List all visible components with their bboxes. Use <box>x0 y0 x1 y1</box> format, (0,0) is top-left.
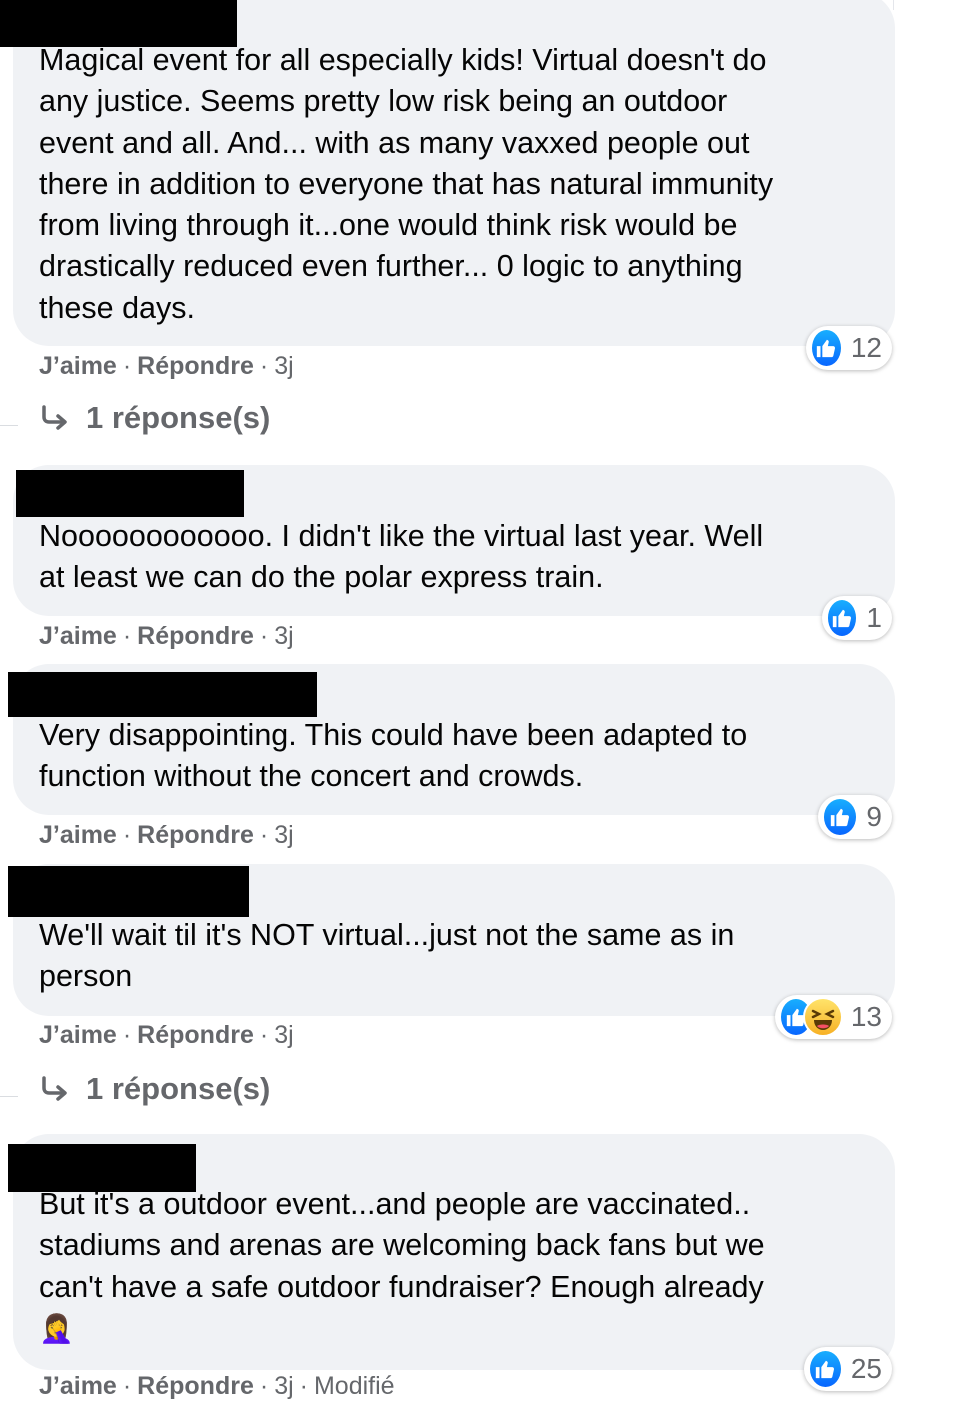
redacted-author-name <box>8 866 249 917</box>
divider <box>893 0 894 10</box>
like-link[interactable]: J’aime <box>39 622 117 650</box>
like-icon <box>810 328 843 368</box>
like-icon <box>822 797 859 837</box>
comment-actions: J’aime · Répondre · 3j <box>39 1021 294 1049</box>
like-link[interactable]: J’aime <box>39 1021 117 1049</box>
reaction-count: 25 <box>850 1353 882 1384</box>
like-icon <box>808 1349 843 1389</box>
facepalm-emoji: 🤦‍♀️ <box>39 1312 74 1344</box>
comment-actions: J’aime · Répondre · 3j · Modifié <box>39 1372 395 1400</box>
comment-actions: J’aime · Répondre · 3j <box>39 622 294 650</box>
comment-text: Very disappointing. This could have been… <box>39 718 748 794</box>
reply-link[interactable]: Répondre <box>137 821 254 849</box>
like-icon <box>826 598 859 638</box>
comment-text: Magical event for all especially kids! V… <box>39 43 774 325</box>
reaction-summary[interactable]: 12 <box>806 326 892 370</box>
reaction-summary[interactable]: 13 <box>775 995 892 1039</box>
timestamp[interactable]: 3j <box>274 352 293 380</box>
haha-icon <box>802 997 843 1037</box>
reaction-summary[interactable]: 1 <box>822 596 892 640</box>
divider <box>0 425 18 426</box>
timestamp[interactable]: 3j <box>274 1021 293 1049</box>
reaction-summary[interactable]: 9 <box>818 795 892 839</box>
reply-arrow-icon <box>42 405 67 430</box>
redacted-author-name <box>8 672 317 717</box>
like-link[interactable]: J’aime <box>39 821 117 849</box>
reaction-count: 9 <box>866 801 882 832</box>
reply-link[interactable]: Répondre <box>137 622 254 650</box>
reply-link[interactable]: Répondre <box>137 1021 254 1049</box>
comment-text: Noooooooooooo. I didn't like the virtual… <box>39 519 764 595</box>
reaction-count: 13 <box>850 1001 882 1032</box>
reaction-count: 12 <box>850 332 882 363</box>
timestamp[interactable]: 3j <box>274 622 293 650</box>
redacted-author-name <box>16 470 244 517</box>
comment-text: We'll wait til it's NOT virtual...just n… <box>39 918 735 994</box>
edited-label: Modifié <box>313 1372 395 1400</box>
comment-text: But it's a outdoor event...and people ar… <box>39 1187 765 1344</box>
reaction-summary[interactable]: 25 <box>804 1347 892 1391</box>
redacted-author-name <box>0 0 237 47</box>
redacted-author-name <box>8 1144 196 1192</box>
comment-bubble: Magical event for all especially kids! V… <box>13 0 895 346</box>
like-link[interactable]: J’aime <box>39 1372 117 1400</box>
timestamp[interactable]: 3j <box>274 821 293 849</box>
reply-arrow-icon <box>42 1076 67 1101</box>
reply-link[interactable]: Répondre <box>137 1372 254 1400</box>
comment-actions: J’aime · Répondre · 3j <box>39 352 294 380</box>
divider <box>0 1096 18 1097</box>
view-replies-link[interactable]: 1 réponse(s) <box>40 400 270 436</box>
comment-actions: J’aime · Répondre · 3j <box>39 821 294 849</box>
like-link[interactable]: J’aime <box>39 352 117 380</box>
reaction-count: 1 <box>866 602 882 633</box>
view-replies-link[interactable]: 1 réponse(s) <box>40 1071 270 1107</box>
timestamp[interactable]: 3j <box>274 1372 293 1400</box>
reply-link[interactable]: Répondre <box>137 352 254 380</box>
